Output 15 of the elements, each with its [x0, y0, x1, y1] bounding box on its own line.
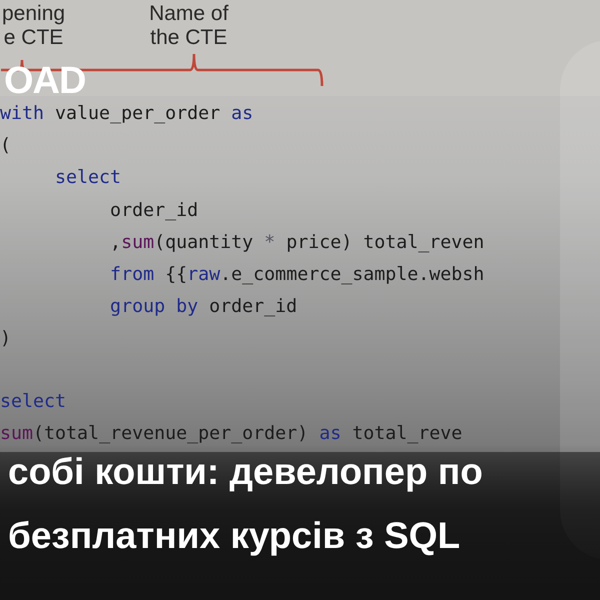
code-line: )	[0, 327, 12, 352]
annotation-label: pening e CTE	[2, 2, 66, 50]
code-line: from {{raw.e_commerce_sample.websh	[109, 262, 486, 287]
code-line: ,sum(quantity * price) total_reven	[109, 230, 486, 255]
annotation-label: Name of the CTE	[149, 2, 228, 50]
code-line: with value_per_order as	[0, 102, 254, 126]
headline: собі кошти: девелопер по	[8, 452, 483, 492]
code-line: sum(total_revenue_per_order) as total_reve	[0, 422, 464, 446]
code-line: select	[54, 166, 122, 190]
code-line: group by order_id	[109, 295, 298, 320]
logo: OAD	[4, 62, 86, 100]
code-line: (	[0, 134, 12, 158]
code-line: select	[0, 390, 68, 414]
headline: безплатних курсів з SQL	[8, 516, 462, 556]
code-line: order_id	[109, 198, 200, 223]
